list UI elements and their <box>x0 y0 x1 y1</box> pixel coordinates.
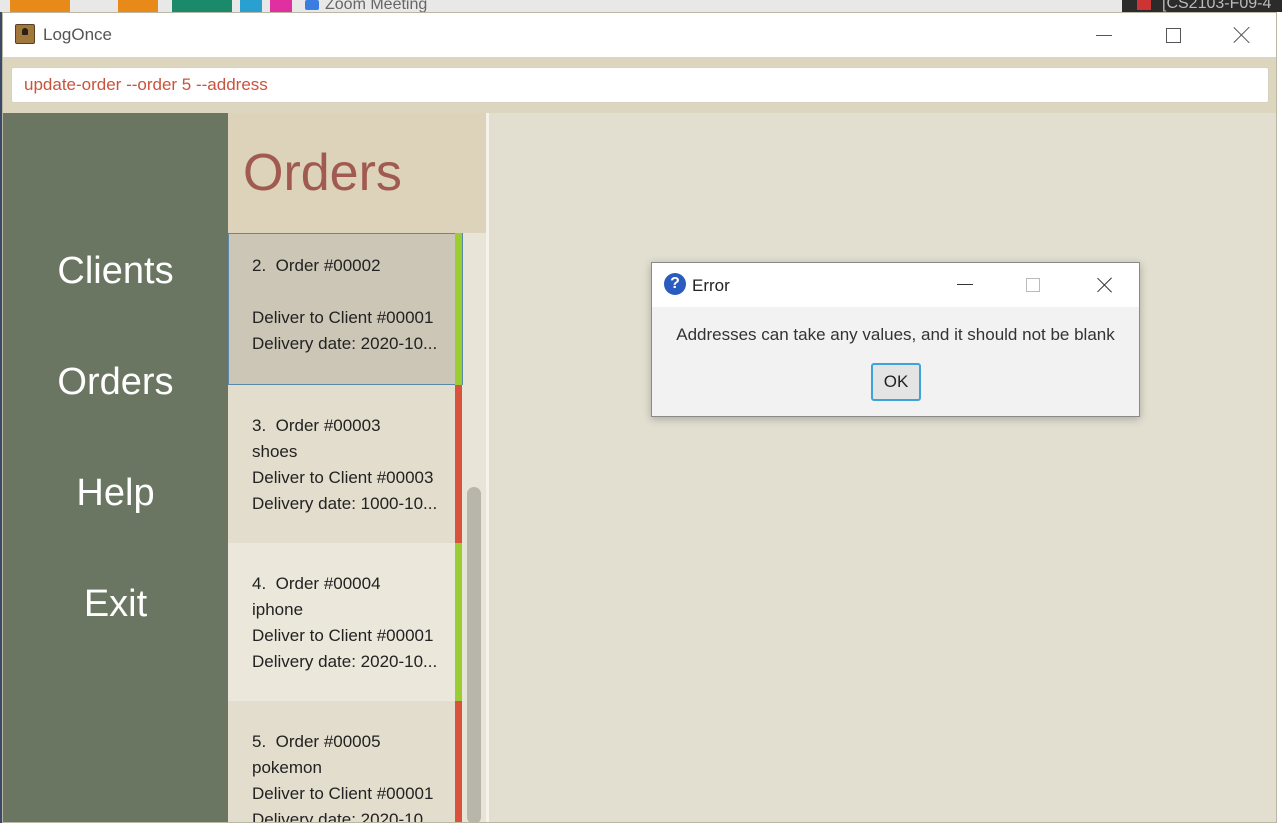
orders-list-panel: Orders 2. Order #00002 Deliver to Client… <box>228 113 486 823</box>
status-bar <box>455 233 462 385</box>
order-client: Deliver to Client #00001 <box>252 784 434 803</box>
app-window: LogOnce Clients Orders Help Exit Orders … <box>2 12 1277 823</box>
error-dialog: ? Error Addresses can take any values, a… <box>651 262 1140 417</box>
command-input[interactable] <box>11 67 1269 103</box>
maximize-button[interactable] <box>1140 13 1206 57</box>
list-item[interactable]: 4. Order #00004 iphone Deliver to Client… <box>228 571 458 675</box>
order-date: Delivery date: 1000-10... <box>252 494 438 513</box>
ok-button[interactable]: OK <box>871 363 921 401</box>
order-number: Order #00005 <box>275 732 381 751</box>
taskbar-app-tile[interactable] <box>270 0 292 12</box>
zoom-icon <box>305 0 319 10</box>
pdf-icon <box>1137 0 1151 10</box>
order-number: Order #00002 <box>275 256 381 275</box>
order-index: 2. <box>252 256 267 275</box>
address-book-icon <box>15 24 35 44</box>
taskbar-app-tile[interactable] <box>10 0 70 12</box>
taskbar-zoom-item[interactable]: Zoom Meeting <box>305 0 427 12</box>
order-index: 5. <box>252 732 267 751</box>
detail-panel <box>489 113 1276 822</box>
order-client: Deliver to Client #00001 <box>252 308 434 327</box>
order-date: Delivery date: 2020-10... <box>252 334 438 353</box>
order-number: Order #00004 <box>275 574 381 593</box>
sidebar-item-exit[interactable]: Exit <box>3 583 228 626</box>
list-scrollbar[interactable] <box>467 487 481 822</box>
list-header: Orders <box>228 113 486 233</box>
taskbar-app-tile[interactable] <box>240 0 262 12</box>
dialog-title: Error <box>692 276 730 295</box>
maximize-icon <box>1165 27 1181 43</box>
order-client: Deliver to Client #00003 <box>252 468 434 487</box>
order-date: Delivery date: 2020-10... <box>252 652 438 671</box>
sidebar-item-clients[interactable]: Clients <box>3 250 228 293</box>
list-item[interactable]: 5. Order #00005 pokemon Deliver to Clien… <box>228 729 458 823</box>
taskbar-app-tile[interactable] <box>172 0 232 12</box>
dialog-message: Addresses can take any values, and it sh… <box>676 325 1115 344</box>
sidebar-item-help[interactable]: Help <box>3 472 228 515</box>
window-title: LogOnce <box>43 25 112 44</box>
dialog-maximize-button <box>1026 278 1040 292</box>
list-item[interactable]: 3. Order #00003 shoes Deliver to Client … <box>228 413 458 517</box>
list-item[interactable]: 2. Order #00002 Deliver to Client #00001… <box>228 253 458 357</box>
order-item: pokemon <box>252 758 322 777</box>
order-client: Deliver to Client #00001 <box>252 626 434 645</box>
status-bar <box>455 385 462 543</box>
minimize-icon <box>1096 34 1112 36</box>
close-button[interactable] <box>1209 13 1275 57</box>
sidebar: Clients Orders Help Exit <box>3 113 228 822</box>
dialog-titlebar[interactable]: ? Error <box>652 263 1139 307</box>
order-number: Order #00003 <box>275 416 381 435</box>
order-item: iphone <box>252 600 304 619</box>
status-bar <box>455 701 462 822</box>
taskbar-app-tile[interactable] <box>118 0 158 12</box>
order-index: 4. <box>252 574 267 593</box>
command-bar <box>3 57 1276 113</box>
dialog-close-button[interactable] <box>1096 276 1114 294</box>
sidebar-item-orders[interactable]: Orders <box>3 361 228 404</box>
question-icon: ? <box>664 273 686 295</box>
minimize-button[interactable] <box>1071 13 1137 57</box>
order-item: shoes <box>252 442 298 461</box>
window-titlebar[interactable]: LogOnce <box>3 13 1276 57</box>
close-icon <box>1233 26 1251 44</box>
order-date: Delivery date: 2020-10... <box>252 810 438 823</box>
status-bar <box>455 543 462 701</box>
order-item <box>252 279 452 305</box>
desktop-taskbar: Zoom Meeting <box>0 0 1282 12</box>
order-index: 3. <box>252 416 267 435</box>
page-title: Orders <box>243 144 402 202</box>
dialog-minimize-button[interactable] <box>957 284 973 285</box>
